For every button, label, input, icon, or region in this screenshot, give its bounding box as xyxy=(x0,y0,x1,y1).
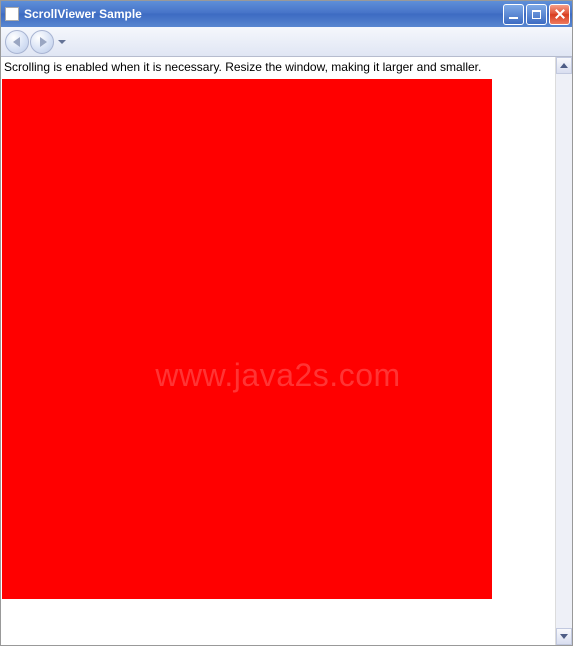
minimize-button[interactable] xyxy=(503,4,524,25)
window-title: ScrollViewer Sample xyxy=(24,7,503,21)
close-icon xyxy=(555,9,565,19)
client-area: Scrolling is enabled when it is necessar… xyxy=(1,57,572,645)
instruction-text: Scrolling is enabled when it is necessar… xyxy=(2,60,554,77)
red-rectangle xyxy=(2,79,492,599)
window-controls xyxy=(503,4,570,25)
back-button[interactable] xyxy=(5,30,29,54)
scroll-up-button[interactable] xyxy=(556,57,572,74)
navigation-toolbar xyxy=(1,27,572,57)
scroll-down-button[interactable] xyxy=(556,628,572,645)
chevron-down-icon xyxy=(560,634,568,639)
scroll-track[interactable] xyxy=(556,74,572,628)
maximize-icon xyxy=(532,10,541,19)
app-icon xyxy=(5,7,19,21)
scrollviewer-content: Scrolling is enabled when it is necessar… xyxy=(1,57,555,645)
close-button[interactable] xyxy=(549,4,570,25)
titlebar[interactable]: ScrollViewer Sample xyxy=(1,1,572,27)
forward-button[interactable] xyxy=(30,30,54,54)
arrow-right-icon xyxy=(40,37,47,47)
arrow-left-icon xyxy=(13,37,20,47)
vertical-scrollbar[interactable] xyxy=(555,57,572,645)
chevron-up-icon xyxy=(560,63,568,68)
maximize-button[interactable] xyxy=(526,4,547,25)
minimize-icon xyxy=(509,16,518,19)
nav-history-dropdown[interactable] xyxy=(58,40,66,44)
